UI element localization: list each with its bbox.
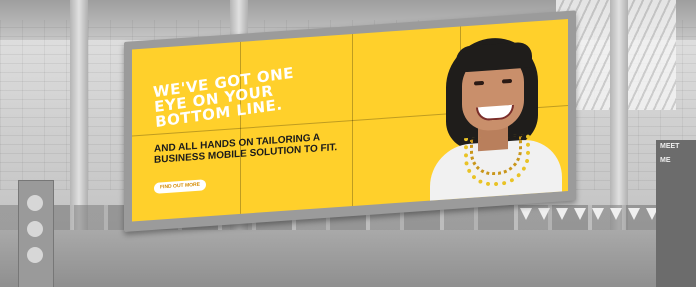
billboard-screen: WE'VE GOT ONE EYE ON YOUR BOTTOM LINE. A… (132, 18, 568, 222)
sign-line: MEET (660, 143, 680, 150)
billboard-headline: WE'VE GOT ONE EYE ON YOUR BOTTOM LINE. (153, 56, 366, 131)
sign-line: ME (660, 156, 671, 164)
floor (0, 230, 696, 287)
billboard-frame: WE'VE GOT ONE EYE ON YOUR BOTTOM LINE. A… (124, 10, 576, 232)
find-out-more-button: FIND OUT MORE (154, 179, 206, 194)
billboard-subhead: AND ALL HANDS ON TAILORING A BUSINESS MO… (154, 129, 374, 166)
bunting-flags (520, 208, 670, 228)
right-wall-sign: MEET ME (656, 140, 696, 287)
info-stand (18, 180, 54, 287)
shopping-centre-scene: MEET ME WE'VE GOT ONE EYE ON YOUR BOTTOM… (0, 0, 696, 287)
smiling-woman-photo (424, 19, 568, 207)
